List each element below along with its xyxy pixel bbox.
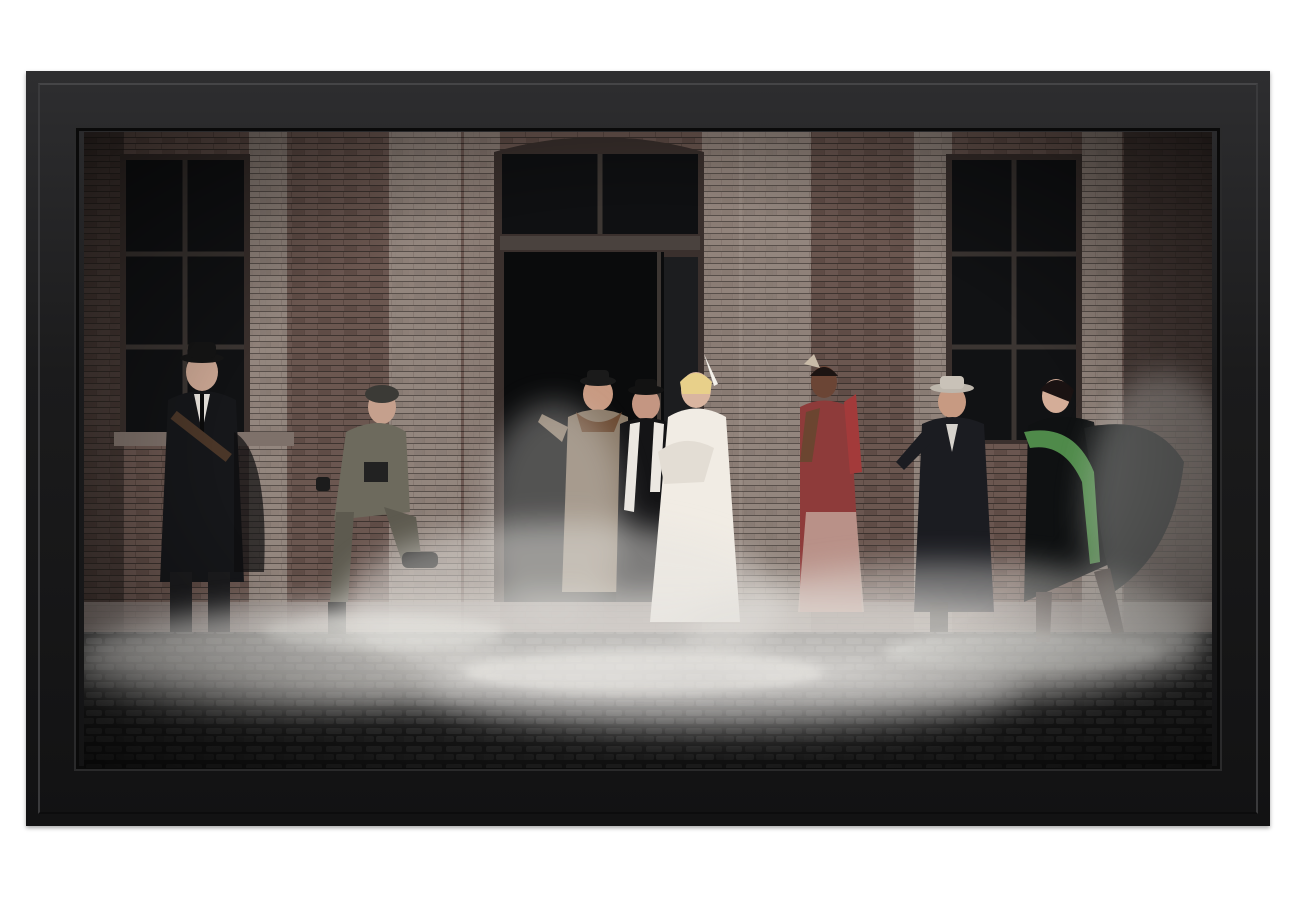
framed-photograph: [84, 132, 1212, 768]
vignette: [84, 132, 1212, 768]
photo-scene: [84, 132, 1212, 768]
